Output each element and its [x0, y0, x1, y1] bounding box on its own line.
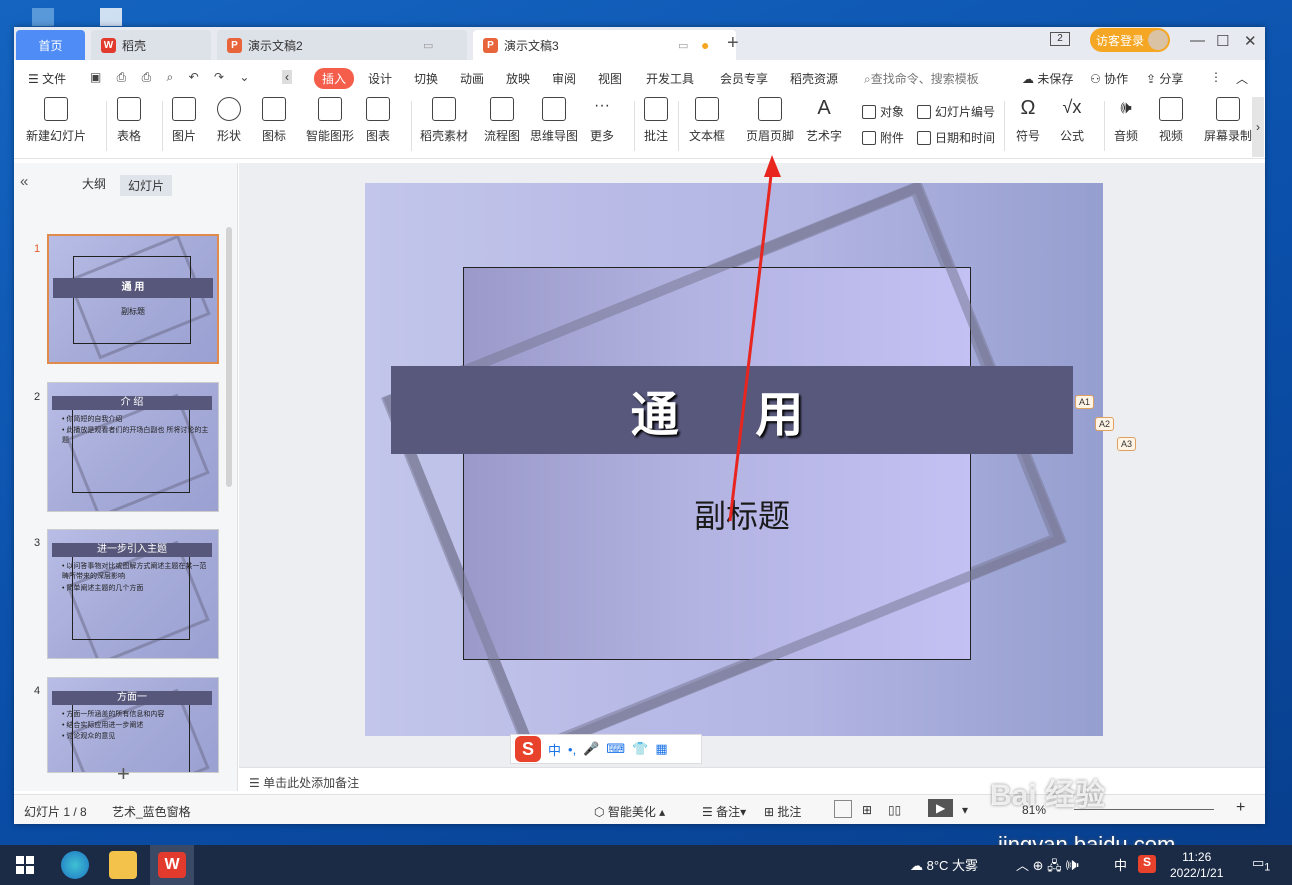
clock-date: 2022/1/21 — [1170, 866, 1224, 880]
play-dropdown-icon[interactable]: ▾ — [962, 803, 968, 817]
sogou-tray-icon[interactable]: S — [1138, 855, 1156, 873]
sorter-view-icon[interactable]: ⊞ — [862, 803, 872, 817]
zoom-in-icon[interactable]: + — [1236, 799, 1245, 817]
wps-window: 首页 W 稻壳 P 演示文稿2 ▭ P 演示文稿3 ▭ ● + 2 访客登录 — ☐ ✕ ☰… — [14, 27, 1265, 824]
notes-toggle[interactable]: ☰ 备注▾ — [702, 803, 746, 820]
baidu-watermark: Bai 经验 — [990, 779, 1106, 812]
windows-start-icon[interactable] — [16, 856, 34, 874]
file-explorer-icon[interactable] — [109, 851, 137, 879]
taskbar: W ☁ 8°C 大雾 ︿ ⊕ 🖧 🕪 中 S 11:26 2022/1/21 ▭1 — [0, 845, 1292, 885]
beautify-button[interactable]: ⬡ 智能美化 ▴ — [594, 803, 665, 820]
ime-mode[interactable]: 中 — [548, 740, 561, 759]
microphone-icon[interactable]: 🎤 — [583, 741, 599, 757]
normal-view-icon[interactable] — [834, 800, 852, 818]
reading-view-icon[interactable]: ▯▯ — [888, 803, 901, 817]
play-icon[interactable]: ▶ — [928, 799, 954, 817]
input-lang[interactable]: 中 — [1114, 855, 1127, 874]
desktop-icon-fragment[interactable] — [100, 8, 122, 26]
wps-taskbar-icon[interactable]: W — [150, 845, 194, 885]
desktop-icon-fragment[interactable] — [32, 8, 54, 26]
keyboard-icon[interactable]: ⌨ — [606, 741, 625, 757]
clock[interactable]: 11:26 2022/1/21 — [1170, 849, 1223, 881]
skin-icon[interactable]: 👕 — [632, 741, 648, 757]
apps-grid-icon[interactable]: ▦ — [655, 741, 667, 757]
notification-icon[interactable]: ▭1 — [1252, 855, 1270, 874]
slide-counter: 幻灯片 1 / 8 — [24, 805, 87, 819]
comment-toggle[interactable]: ⊞ 批注 — [764, 803, 801, 820]
punctuation-icon[interactable]: •, — [568, 742, 576, 757]
tray-icons[interactable]: ︿ ⊕ 🖧 🕪 — [1016, 855, 1079, 879]
edge-icon[interactable] — [61, 851, 89, 879]
wps-logo-icon: W — [158, 852, 186, 878]
sogou-logo-icon: S — [515, 736, 541, 762]
ime-toolbar[interactable]: S 中 •, 🎤 ⌨ 👕 ▦ — [510, 734, 702, 764]
red-arrow-annotation — [728, 155, 781, 522]
clock-time: 11:26 — [1182, 850, 1212, 864]
weather-widget[interactable]: ☁ 8°C 大雾 — [910, 855, 978, 874]
theme-name[interactable]: 艺术_蓝色窗格 — [112, 803, 191, 820]
